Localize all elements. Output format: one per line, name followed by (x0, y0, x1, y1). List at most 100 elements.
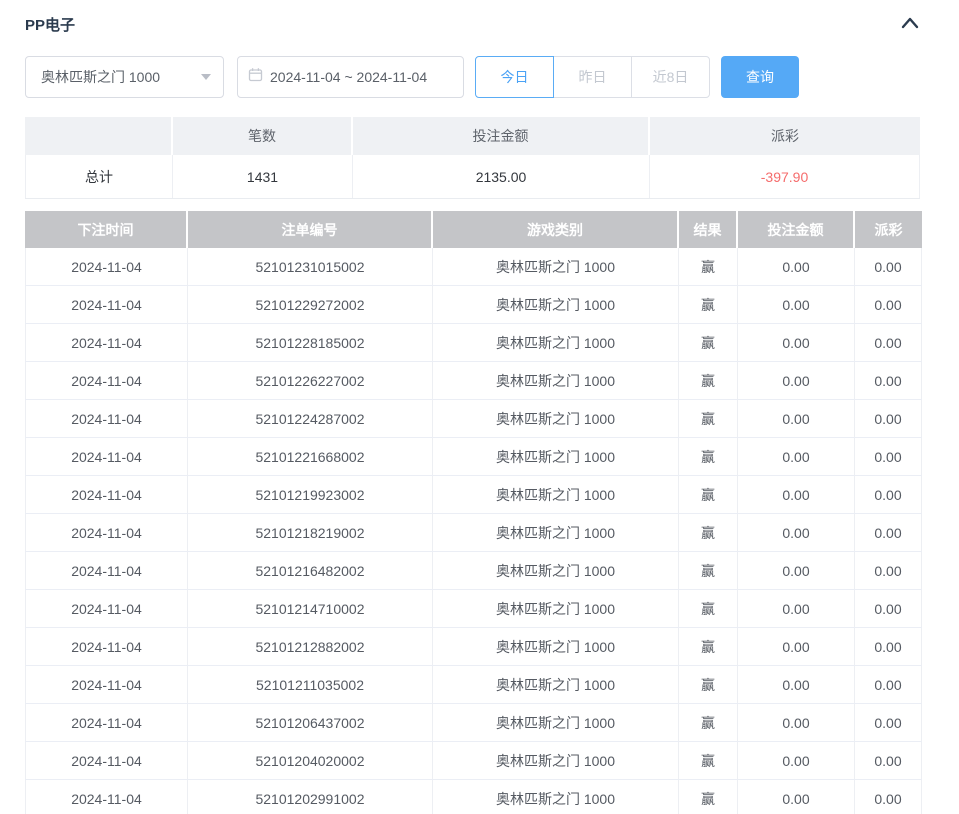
cell-result: 赢 (679, 780, 738, 814)
summary-table: 笔数 投注金额 派彩 总计 1431 2135.00 -397.90 (25, 117, 920, 199)
cell-bet-time: 2024-11-04 (25, 590, 188, 627)
cell-bet-amount: 0.00 (738, 590, 855, 627)
cell-bet-time: 2024-11-04 (25, 438, 188, 475)
cell-payout: 0.00 (855, 704, 922, 741)
summary-total-label: 总计 (25, 155, 173, 198)
summary-header-row: 笔数 投注金额 派彩 (25, 117, 920, 155)
cell-game-category: 奥林匹斯之门 1000 (433, 362, 679, 399)
cell-order-no: 52101231015002 (188, 248, 433, 285)
header-bet-amount: 投注金额 (738, 211, 855, 248)
bet-table-header-row: 下注时间 注单编号 游戏类别 结果 投注金额 派彩 (25, 211, 922, 248)
header-bet-time: 下注时间 (25, 211, 188, 248)
date-range-input[interactable]: 2024-11-04 ~ 2024-11-04 (237, 56, 464, 98)
table-row: 2024-11-04 52101202991002 奥林匹斯之门 1000 赢 … (25, 780, 922, 814)
yesterday-button[interactable]: 昨日 (553, 56, 632, 98)
table-row: 2024-11-04 52101221668002 奥林匹斯之门 1000 赢 … (25, 438, 922, 476)
table-row: 2024-11-04 52101229272002 奥林匹斯之门 1000 赢 … (25, 286, 922, 324)
cell-order-no: 52101216482002 (188, 552, 433, 589)
today-button[interactable]: 今日 (475, 56, 554, 98)
cell-bet-time: 2024-11-04 (25, 666, 188, 703)
collapse-button[interactable] (898, 12, 922, 36)
last-8-days-button[interactable]: 近8日 (631, 56, 710, 98)
cell-bet-amount: 0.00 (738, 362, 855, 399)
summary-header-count: 笔数 (173, 117, 353, 155)
cell-order-no: 52101219923002 (188, 476, 433, 513)
cell-payout: 0.00 (855, 324, 922, 361)
cell-payout: 0.00 (855, 628, 922, 665)
game-select[interactable]: 奥林匹斯之门 1000 (25, 56, 224, 98)
cell-result: 赢 (679, 704, 738, 741)
cell-bet-amount: 0.00 (738, 780, 855, 814)
cell-order-no: 52101221668002 (188, 438, 433, 475)
cell-payout: 0.00 (855, 590, 922, 627)
cell-result: 赢 (679, 324, 738, 361)
date-range-value: 2024-11-04 ~ 2024-11-04 (270, 69, 427, 85)
table-row: 2024-11-04 52101231015002 奥林匹斯之门 1000 赢 … (25, 248, 922, 286)
cell-game-category: 奥林匹斯之门 1000 (433, 590, 679, 627)
summary-header-empty (25, 117, 173, 155)
cell-game-category: 奥林匹斯之门 1000 (433, 628, 679, 665)
cell-bet-amount: 0.00 (738, 666, 855, 703)
bet-table-body: 2024-11-04 52101231015002 奥林匹斯之门 1000 赢 … (25, 248, 922, 814)
cell-payout: 0.00 (855, 666, 922, 703)
pp-electronic-panel: PP电子 奥林匹斯之门 1000 2024-11-04 ~ (0, 12, 959, 814)
cell-result: 赢 (679, 248, 738, 285)
cell-game-category: 奥林匹斯之门 1000 (433, 742, 679, 779)
cell-game-category: 奥林匹斯之门 1000 (433, 704, 679, 741)
table-row: 2024-11-04 52101224287002 奥林匹斯之门 1000 赢 … (25, 400, 922, 438)
quick-range-button-group: 今日 昨日 近8日 (475, 56, 710, 98)
summary-total-bet-amount: 2135.00 (353, 155, 650, 198)
header-result: 结果 (679, 211, 738, 248)
cell-result: 赢 (679, 590, 738, 627)
table-row: 2024-11-04 52101204020002 奥林匹斯之门 1000 赢 … (25, 742, 922, 780)
cell-bet-time: 2024-11-04 (25, 780, 188, 814)
cell-bet-amount: 0.00 (738, 514, 855, 551)
summary-total-row: 总计 1431 2135.00 -397.90 (25, 155, 920, 199)
cell-payout: 0.00 (855, 286, 922, 323)
table-row: 2024-11-04 52101206437002 奥林匹斯之门 1000 赢 … (25, 704, 922, 742)
cell-order-no: 52101218219002 (188, 514, 433, 551)
cell-order-no: 52101214710002 (188, 590, 433, 627)
cell-game-category: 奥林匹斯之门 1000 (433, 438, 679, 475)
cell-payout: 0.00 (855, 742, 922, 779)
cell-result: 赢 (679, 438, 738, 475)
cell-bet-time: 2024-11-04 (25, 704, 188, 741)
cell-order-no: 52101211035002 (188, 666, 433, 703)
filter-bar: 奥林匹斯之门 1000 2024-11-04 ~ 2024-11-04 今日 昨… (25, 56, 959, 98)
cell-bet-time: 2024-11-04 (25, 324, 188, 361)
table-row: 2024-11-04 52101216482002 奥林匹斯之门 1000 赢 … (25, 552, 922, 590)
cell-game-category: 奥林匹斯之门 1000 (433, 666, 679, 703)
table-row: 2024-11-04 52101228185002 奥林匹斯之门 1000 赢 … (25, 324, 922, 362)
cell-payout: 0.00 (855, 476, 922, 513)
cell-bet-amount: 0.00 (738, 704, 855, 741)
cell-bet-amount: 0.00 (738, 400, 855, 437)
cell-game-category: 奥林匹斯之门 1000 (433, 780, 679, 814)
cell-order-no: 52101202991002 (188, 780, 433, 814)
cell-payout: 0.00 (855, 248, 922, 285)
search-button[interactable]: 查询 (721, 56, 799, 98)
cell-result: 赢 (679, 286, 738, 323)
cell-bet-amount: 0.00 (738, 552, 855, 589)
cell-result: 赢 (679, 400, 738, 437)
cell-game-category: 奥林匹斯之门 1000 (433, 552, 679, 589)
cell-bet-amount: 0.00 (738, 742, 855, 779)
cell-result: 赢 (679, 362, 738, 399)
header-order-no: 注单编号 (188, 211, 433, 248)
summary-header-bet-amount: 投注金额 (353, 117, 650, 155)
cell-bet-time: 2024-11-04 (25, 476, 188, 513)
cell-result: 赢 (679, 514, 738, 551)
panel-header: PP电子 (25, 12, 922, 36)
cell-payout: 0.00 (855, 438, 922, 475)
cell-game-category: 奥林匹斯之门 1000 (433, 324, 679, 361)
table-row: 2024-11-04 52101211035002 奥林匹斯之门 1000 赢 … (25, 666, 922, 704)
cell-order-no: 52101229272002 (188, 286, 433, 323)
cell-bet-time: 2024-11-04 (25, 628, 188, 665)
cell-result: 赢 (679, 666, 738, 703)
cell-bet-time: 2024-11-04 (25, 286, 188, 323)
header-game-category: 游戏类别 (433, 211, 679, 248)
chevron-up-icon (901, 17, 919, 32)
calendar-icon (248, 67, 263, 87)
cell-bet-time: 2024-11-04 (25, 742, 188, 779)
cell-bet-time: 2024-11-04 (25, 552, 188, 589)
cell-bet-time: 2024-11-04 (25, 400, 188, 437)
